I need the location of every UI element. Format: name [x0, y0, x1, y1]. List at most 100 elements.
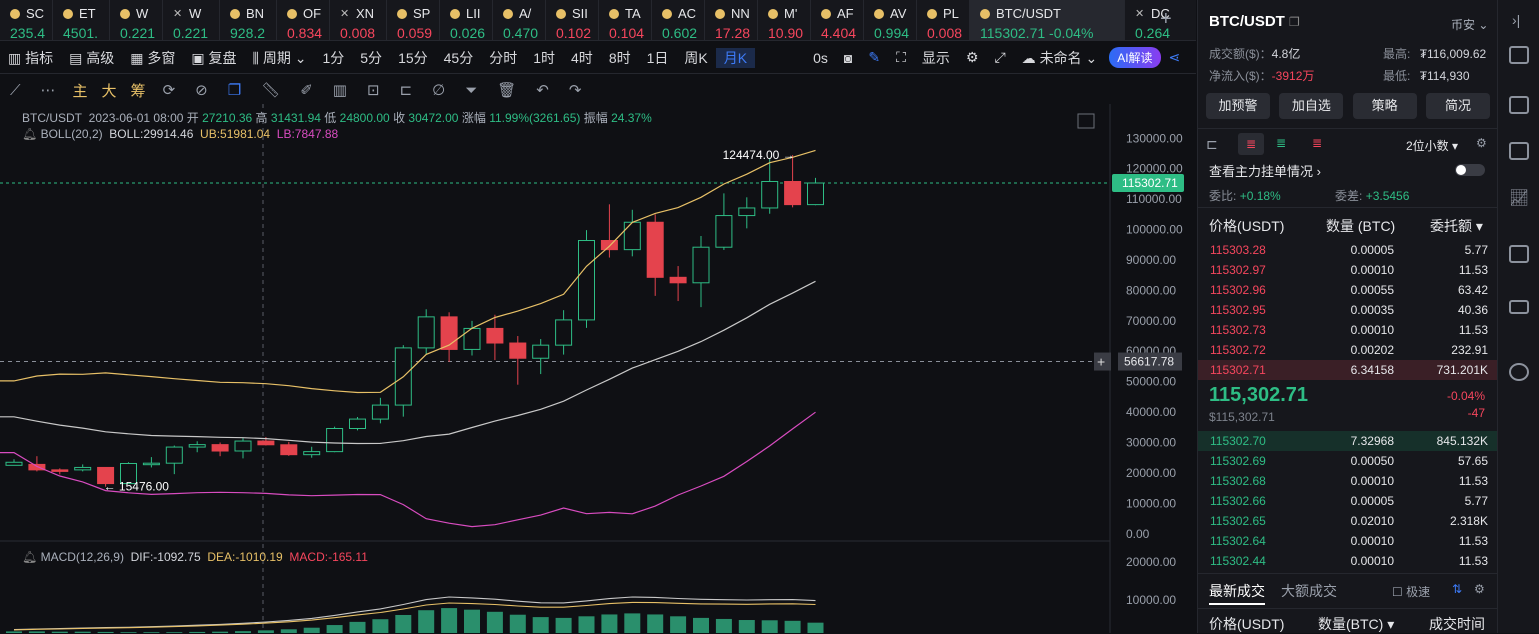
display-button[interactable]: 显示: [914, 48, 958, 68]
lock-icon[interactable]: ⊡: [357, 81, 390, 99]
add-alert-button[interactable]: 加预警: [1206, 93, 1270, 119]
market-tab[interactable]: AC 0.602: [652, 0, 705, 41]
ruler-off-icon[interactable]: ⊘: [185, 81, 218, 99]
market-tab[interactable]: PL 0.008: [917, 0, 970, 41]
market-tab[interactable]: SC 235.4: [0, 0, 53, 41]
market-tab[interactable]: AF 4.404: [811, 0, 864, 41]
candle[interactable]: [371, 397, 389, 424]
interval-2[interactable]: 15分: [390, 48, 436, 68]
line-tool-icon[interactable]: ⟋: [0, 82, 31, 99]
book-mode-depth-icon[interactable]: ≣: [1312, 136, 1322, 150]
candle[interactable]: [600, 204, 618, 258]
candle[interactable]: [211, 442, 229, 457]
add-tab-button[interactable]: +: [1160, 8, 1172, 31]
market-tab[interactable]: ✕ W 0.221: [163, 0, 220, 41]
book-mode-both-icon[interactable]: ⊏: [1206, 136, 1218, 153]
interval-10[interactable]: 月K: [715, 47, 756, 68]
period-dropdown[interactable]: ⫼ 周期 ⌄: [245, 48, 315, 68]
replay-button[interactable]: ▣ 复盘: [183, 48, 244, 68]
market-tab[interactable]: ET 4501.: [53, 0, 110, 41]
bell-icon[interactable]: 🔔︎: [22, 550, 37, 564]
candle[interactable]: [5, 459, 23, 466]
market-tab[interactable]: A/0.470: [493, 0, 546, 41]
interval-7[interactable]: 8时: [601, 48, 639, 68]
multi-window-button[interactable]: ▦ 多窗: [122, 48, 183, 68]
candle[interactable]: [578, 230, 595, 328]
trash-icon[interactable]: 🗑︎: [487, 81, 526, 99]
bid-row[interactable]: 115302.66 0.00005 5.77: [1198, 491, 1498, 511]
candle[interactable]: [646, 214, 664, 296]
orderbook-icon[interactable]: [1509, 46, 1529, 64]
interval-8[interactable]: 1日: [639, 48, 677, 68]
sync-icon[interactable]: [1509, 363, 1529, 381]
bid-row[interactable]: 115302.65 0.02010 2.318K: [1198, 511, 1498, 531]
candle-type-icon[interactable]: ▥: [323, 81, 357, 99]
trades-settings-icon[interactable]: ⚙: [1474, 582, 1485, 596]
brush-icon[interactable]: ✐: [290, 81, 323, 99]
coin-dropdown[interactable]: 币安 ⌄: [1451, 16, 1488, 33]
advanced-button[interactable]: ▤ 高级: [61, 48, 122, 68]
bid-row[interactable]: 115302.68 0.00010 11.53: [1198, 471, 1498, 491]
book-mode-bids-icon[interactable]: ≣: [1276, 136, 1286, 150]
seconds-toggle[interactable]: 0s: [805, 50, 836, 66]
market-tab[interactable]: ✕ XN 0.008: [330, 0, 387, 41]
calendar-icon[interactable]: [1509, 142, 1529, 160]
more-tools-icon[interactable]: ⋯: [31, 81, 66, 99]
candle[interactable]: [280, 441, 298, 456]
expand-panel-icon[interactable]: ›|: [1512, 12, 1520, 28]
macd-label[interactable]: MACD(12,26,9): [41, 550, 124, 564]
candle[interactable]: [417, 309, 435, 355]
market-tab[interactable]: BN 928.2: [220, 0, 277, 41]
ask-row[interactable]: 115303.28 0.00005 5.77: [1198, 240, 1498, 260]
chip-toggle[interactable]: 筹: [124, 80, 153, 101]
indicators-button[interactable]: ▥ 指标: [0, 48, 61, 68]
candle[interactable]: [509, 336, 527, 385]
decimals-dropdown[interactable]: 2位小数 ▾: [1406, 137, 1458, 154]
profile-button[interactable]: 简况: [1425, 93, 1490, 119]
document-icon[interactable]: [1509, 96, 1529, 114]
ask-row[interactable]: 115302.97 0.00010 11.53: [1198, 260, 1498, 280]
fullscreen-icon[interactable]: ⛶: [888, 49, 914, 66]
etf-icon[interactable]: [1509, 300, 1529, 314]
trades-col-qty-dropdown[interactable]: 数量(BTC) ▾: [1318, 614, 1394, 634]
candle[interactable]: [784, 155, 802, 208]
strategy-button[interactable]: 策略: [1352, 93, 1417, 119]
candle[interactable]: [234, 438, 252, 459]
plus-icon[interactable]: +: [1097, 354, 1105, 370]
bell-icon[interactable]: 🔔︎: [22, 127, 37, 141]
market-tab[interactable]: AV 0.994: [864, 0, 917, 41]
bid-row[interactable]: 115302.44 0.00010 11.53: [1198, 551, 1498, 571]
copy-icon[interactable]: ❐: [218, 81, 251, 99]
candle[interactable]: [761, 158, 779, 214]
candle[interactable]: [738, 197, 756, 229]
expand-icon[interactable]: ⤢: [986, 49, 1013, 66]
market-tab[interactable]: M' 10.90: [758, 0, 811, 41]
magnet-icon[interactable]: ⊏: [390, 81, 423, 99]
interval-6[interactable]: 4时: [563, 48, 601, 68]
ai-analysis-button[interactable]: AI解读: [1109, 47, 1161, 68]
candle[interactable]: [303, 446, 321, 458]
book-settings-icon[interactable]: ⚙: [1476, 136, 1487, 150]
candle[interactable]: [715, 193, 733, 250]
boll-label[interactable]: BOLL(20,2): [41, 127, 103, 141]
market-tab[interactable]: NN 17.28: [705, 0, 758, 41]
bid-row[interactable]: 115302.64 0.00010 11.53: [1198, 531, 1498, 551]
active-market-tab[interactable]: BTC/USDT 115302.71 -0.04%: [970, 0, 1125, 41]
bid-row[interactable]: 115302.69 0.00050 57.65: [1198, 451, 1498, 471]
view-main-orders-link[interactable]: 查看主力挂单情况 ›: [1209, 161, 1321, 180]
candle[interactable]: [440, 312, 458, 362]
candle[interactable]: [349, 416, 366, 431]
ask-row[interactable]: 115302.72 0.00202 232.91: [1198, 340, 1498, 360]
market-tab[interactable]: LII 0.026: [440, 0, 493, 41]
candle[interactable]: [142, 457, 160, 468]
market-tab[interactable]: OF 0.834: [277, 0, 330, 41]
copy-icon[interactable]: ❐: [1289, 15, 1300, 29]
fast-mode-checkbox[interactable]: ☐ 极速: [1392, 583, 1430, 600]
trades-filter-icon[interactable]: ⇅: [1452, 582, 1462, 596]
camera-icon[interactable]: ◙: [836, 50, 860, 66]
filter-icon[interactable]: ⏷: [455, 82, 487, 99]
col-total-dropdown[interactable]: 委托额 ▾: [1430, 216, 1483, 236]
pen-icon[interactable]: ✎: [860, 49, 888, 66]
main-orders-toggle[interactable]: [1455, 164, 1485, 176]
interval-3[interactable]: 45分: [436, 48, 482, 68]
